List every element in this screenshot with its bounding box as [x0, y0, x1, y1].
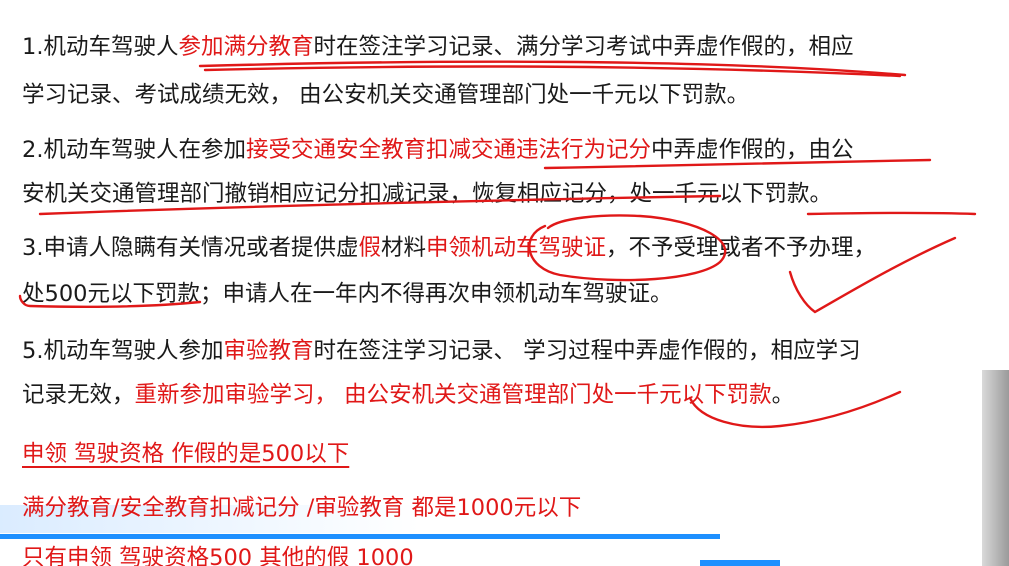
text: 5.机动车驾驶人参加: [22, 338, 224, 364]
highlight-text: 假: [358, 235, 381, 261]
text: 。: [726, 82, 750, 108]
text: 时在签注学习记录、满分学习考试中弄虚作假的，相应: [313, 34, 854, 60]
rule-3-line-2: 处500元以下罚款；申请人在一年内不得再次申领机动车驾驶证。: [22, 271, 672, 317]
text: 处一千元以下罚款: [546, 82, 727, 108]
text: 材料: [380, 235, 426, 261]
note-text: 只有申领 驾驶资格500 其他的假 1000: [22, 545, 414, 566]
progress-bar-secondary: [700, 560, 780, 566]
rule-5-line-1: 5.机动车驾驶人参加审验教育时在签注学习记录、 学习过程中弄虚作假的，相应学习: [22, 328, 861, 374]
text: ，不予受理或者不予办理，: [606, 235, 877, 261]
text: 。: [771, 382, 795, 408]
cropped-heading: [0, 0, 560, 10]
highlight-text: 申领机动车驾驶证: [426, 235, 607, 261]
text: 学习记录、考试成绩无效， 由公安机关交通管理部门: [22, 82, 547, 108]
highlight-text: 重新参加审验学习， 由公安机关交通管理部门处一千元以下罚款: [134, 382, 772, 408]
text: 中弄虚作假的，由公: [650, 137, 854, 163]
note-text: 申领 驾驶资格 作假的是500以下: [22, 441, 350, 467]
text: 处500元以下罚款；申请人在一年内不得再次申领机动车驾驶证。: [22, 281, 673, 307]
text: 时在签注学习记录、 学习过程中弄虚作假的，相应学习: [313, 338, 861, 364]
summary-note-2: 满分教育/安全教育扣减记分 /审验教育 都是1000元以下: [22, 490, 581, 522]
rule-3-line-1: 3.申请人隐瞒有关情况或者提供虚假材料申领机动车驾驶证，不予受理或者不予办理，: [22, 225, 876, 271]
summary-note-1: 申领 驾驶资格 作假的是500以下: [22, 436, 349, 468]
underline-stroke: [806, 211, 977, 216]
text: 1.机动车驾驶人: [22, 34, 179, 60]
text: 安机关交通管理部门撤销相应记分扣减记录，恢复相应记分，处一千元以下罚款。: [22, 181, 833, 207]
summary-note-3: 只有申领 驾驶资格500 其他的假 1000: [0, 536, 1009, 566]
highlight-text: 审验教育: [223, 338, 314, 364]
rule-2-line-2: 安机关交通管理部门撤销相应记分扣减记录，恢复相应记分，处一千元以下罚款。: [22, 171, 832, 217]
text: 记录无效，: [22, 382, 135, 408]
rule-1-line-2: 学习记录、考试成绩无效， 由公安机关交通管理部门处一千元以下罚款。: [22, 72, 749, 118]
highlight-text: 参加满分教育: [178, 34, 314, 60]
video-overlay-edge: [982, 370, 1009, 566]
text: 3.申请人隐瞒有关情况或者提供虚: [22, 235, 359, 261]
rule-2-line-1: 2.机动车驾驶人在参加接受交通安全教育扣减交通违法行为记分中弄虚作假的，由公: [22, 127, 854, 173]
highlight-text: 接受交通安全教育扣减交通违法行为记分: [245, 137, 651, 163]
rule-5-line-2: 记录无效，重新参加审验学习， 由公安机关交通管理部门处一千元以下罚款。: [22, 372, 794, 418]
text: 2.机动车驾驶人在参加: [22, 137, 246, 163]
note-text: 满分教育/安全教育扣减记分 /审验教育 都是1000元以下: [22, 495, 582, 521]
rule-1-line-1: 1.机动车驾驶人参加满分教育时在签注学习记录、满分学习考试中弄虚作假的，相应: [22, 24, 854, 70]
